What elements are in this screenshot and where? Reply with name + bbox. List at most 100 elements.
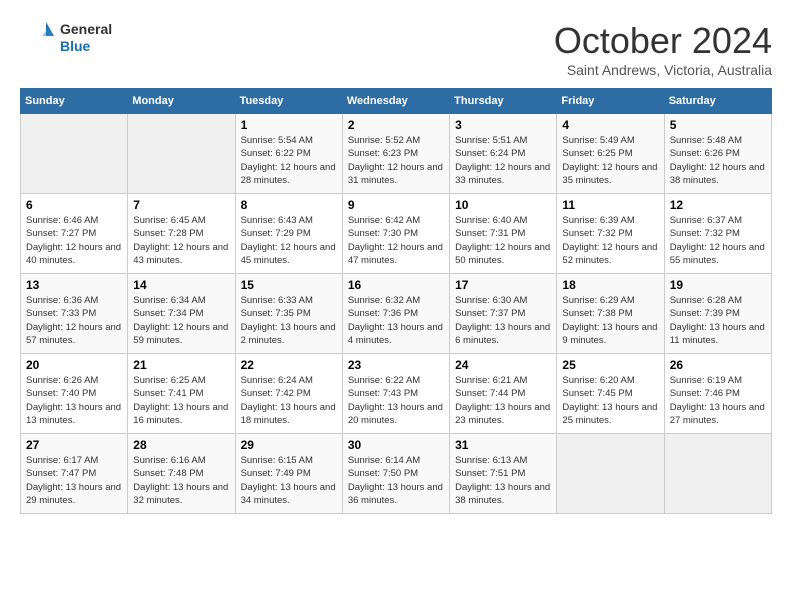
- calendar-cell: 21 Sunrise: 6:25 AM Sunset: 7:41 PM Dayli…: [128, 354, 235, 434]
- day-info: Sunrise: 6:25 AM Sunset: 7:41 PM Dayligh…: [133, 374, 229, 427]
- day-number: 26: [670, 358, 766, 372]
- day-number: 23: [348, 358, 444, 372]
- calendar-cell: 19Sunrise: 6:28 AM Sunset: 7:39 PM Dayli…: [664, 274, 771, 354]
- calendar-cell: 25 Sunrise: 6:20 AM Sunset: 7:45 PM Dayli…: [557, 354, 664, 434]
- calendar-cell: 27Sunrise: 6:17 AM Sunset: 7:47 PM Dayli…: [21, 434, 128, 514]
- day-info: Sunrise: 5:52 AM Sunset: 6:23 PM Dayligh…: [348, 134, 444, 187]
- calendar-cell: 16 Sunrise: 6:32 AM Sunset: 7:36 PM Dayli…: [342, 274, 449, 354]
- day-info: Sunrise: 6:36 AM Sunset: 7:33 PM Dayligh…: [26, 294, 122, 347]
- day-number: 25: [562, 358, 658, 372]
- day-number: 6: [26, 198, 122, 212]
- day-info: Sunrise: 6:46 AM Sunset: 7:27 PM Dayligh…: [26, 214, 122, 267]
- location-subtitle: Saint Andrews, Victoria, Australia: [554, 62, 772, 78]
- day-number: 4: [562, 118, 658, 132]
- day-number: 20: [26, 358, 122, 372]
- calendar-cell: 28 Sunrise: 6:16 AM Sunset: 7:48 PM Dayli…: [128, 434, 235, 514]
- day-number: 21: [133, 358, 229, 372]
- day-info: Sunrise: 6:24 AM Sunset: 7:42 PM Dayligh…: [241, 374, 337, 427]
- day-info: Sunrise: 6:34 AM Sunset: 7:34 PM Dayligh…: [133, 294, 229, 347]
- day-info: Sunrise: 6:28 AM Sunset: 7:39 PM Dayligh…: [670, 294, 766, 347]
- day-info: Sunrise: 5:54 AM Sunset: 6:22 PM Dayligh…: [241, 134, 337, 187]
- day-number: 12: [670, 198, 766, 212]
- day-info: Sunrise: 6:13 AM Sunset: 7:51 PM Dayligh…: [455, 454, 551, 507]
- day-number: 16: [348, 278, 444, 292]
- day-info: Sunrise: 6:37 AM Sunset: 7:32 PM Dayligh…: [670, 214, 766, 267]
- calendar-cell: 31 Sunrise: 6:13 AM Sunset: 7:51 PM Dayli…: [450, 434, 557, 514]
- day-number: 14: [133, 278, 229, 292]
- day-number: 17: [455, 278, 551, 292]
- logo-text: General Blue: [60, 21, 112, 55]
- day-info: Sunrise: 6:40 AM Sunset: 7:31 PM Dayligh…: [455, 214, 551, 267]
- logo-blue: Blue: [60, 38, 112, 55]
- calendar-cell: 1Sunrise: 5:54 AM Sunset: 6:22 PM Daylig…: [235, 114, 342, 194]
- day-number: 5: [670, 118, 766, 132]
- calendar-week-row: 6 Sunrise: 6:46 AM Sunset: 7:27 PM Daylig…: [21, 194, 772, 274]
- day-number: 22: [241, 358, 337, 372]
- calendar-week-row: 20 Sunrise: 6:26 AM Sunset: 7:40 PM Dayli…: [21, 354, 772, 434]
- day-info: Sunrise: 6:32 AM Sunset: 7:36 PM Dayligh…: [348, 294, 444, 347]
- day-info: Sunrise: 6:39 AM Sunset: 7:32 PM Dayligh…: [562, 214, 658, 267]
- calendar-cell: 22 Sunrise: 6:24 AM Sunset: 7:42 PM Dayli…: [235, 354, 342, 434]
- day-info: Sunrise: 6:45 AM Sunset: 7:28 PM Dayligh…: [133, 214, 229, 267]
- calendar-cell: 5 Sunrise: 5:48 AM Sunset: 6:26 PM Daylig…: [664, 114, 771, 194]
- calendar-cell: 23Sunrise: 6:22 AM Sunset: 7:43 PM Dayli…: [342, 354, 449, 434]
- page-header: General Blue October 2024 Saint Andrews,…: [20, 20, 772, 78]
- calendar-cell: 26 Sunrise: 6:19 AM Sunset: 7:46 PM Dayli…: [664, 354, 771, 434]
- calendar-cell: 15Sunrise: 6:33 AM Sunset: 7:35 PM Dayli…: [235, 274, 342, 354]
- col-wednesday: Wednesday: [342, 89, 449, 114]
- day-number: 13: [26, 278, 122, 292]
- calendar-table: Sunday Monday Tuesday Wednesday Thursday…: [20, 88, 772, 514]
- logo-general: General: [60, 21, 112, 38]
- day-info: Sunrise: 6:26 AM Sunset: 7:40 PM Dayligh…: [26, 374, 122, 427]
- calendar-cell: 20 Sunrise: 6:26 AM Sunset: 7:40 PM Dayli…: [21, 354, 128, 434]
- col-saturday: Saturday: [664, 89, 771, 114]
- calendar-cell: 13 Sunrise: 6:36 AM Sunset: 7:33 PM Dayli…: [21, 274, 128, 354]
- day-number: 29: [241, 438, 337, 452]
- day-info: Sunrise: 6:43 AM Sunset: 7:29 PM Dayligh…: [241, 214, 337, 267]
- day-info: Sunrise: 5:51 AM Sunset: 6:24 PM Dayligh…: [455, 134, 551, 187]
- day-info: Sunrise: 6:15 AM Sunset: 7:49 PM Dayligh…: [241, 454, 337, 507]
- calendar-week-row: 27Sunrise: 6:17 AM Sunset: 7:47 PM Dayli…: [21, 434, 772, 514]
- calendar-cell: 12 Sunrise: 6:37 AM Sunset: 7:32 PM Dayli…: [664, 194, 771, 274]
- calendar-cell: 8Sunrise: 6:43 AM Sunset: 7:29 PM Daylig…: [235, 194, 342, 274]
- month-title: October 2024: [554, 20, 772, 62]
- calendar-cell: 2 Sunrise: 5:52 AM Sunset: 6:23 PM Daylig…: [342, 114, 449, 194]
- calendar-cell: 9Sunrise: 6:42 AM Sunset: 7:30 PM Daylig…: [342, 194, 449, 274]
- calendar-cell: 14 Sunrise: 6:34 AM Sunset: 7:34 PM Dayli…: [128, 274, 235, 354]
- day-number: 24: [455, 358, 551, 372]
- day-number: 30: [348, 438, 444, 452]
- col-friday: Friday: [557, 89, 664, 114]
- day-number: 3: [455, 118, 551, 132]
- day-number: 10: [455, 198, 551, 212]
- calendar-week-row: 13 Sunrise: 6:36 AM Sunset: 7:33 PM Dayli…: [21, 274, 772, 354]
- calendar-cell: 11Sunrise: 6:39 AM Sunset: 7:32 PM Dayli…: [557, 194, 664, 274]
- calendar-cell: [557, 434, 664, 514]
- calendar-cell: 4 Sunrise: 5:49 AM Sunset: 6:25 PM Daylig…: [557, 114, 664, 194]
- calendar-week-row: 1Sunrise: 5:54 AM Sunset: 6:22 PM Daylig…: [21, 114, 772, 194]
- day-info: Sunrise: 6:17 AM Sunset: 7:47 PM Dayligh…: [26, 454, 122, 507]
- day-info: Sunrise: 6:42 AM Sunset: 7:30 PM Dayligh…: [348, 214, 444, 267]
- calendar-cell: 29 Sunrise: 6:15 AM Sunset: 7:49 PM Dayli…: [235, 434, 342, 514]
- logo: General Blue: [20, 20, 112, 56]
- calendar-cell: [664, 434, 771, 514]
- calendar-cell: 7 Sunrise: 6:45 AM Sunset: 7:28 PM Daylig…: [128, 194, 235, 274]
- day-info: Sunrise: 6:16 AM Sunset: 7:48 PM Dayligh…: [133, 454, 229, 507]
- day-number: 28: [133, 438, 229, 452]
- day-info: Sunrise: 6:20 AM Sunset: 7:45 PM Dayligh…: [562, 374, 658, 427]
- col-thursday: Thursday: [450, 89, 557, 114]
- day-number: 2: [348, 118, 444, 132]
- day-number: 31: [455, 438, 551, 452]
- day-info: Sunrise: 6:19 AM Sunset: 7:46 PM Dayligh…: [670, 374, 766, 427]
- title-block: October 2024 Saint Andrews, Victoria, Au…: [554, 20, 772, 78]
- calendar-cell: [128, 114, 235, 194]
- day-info: Sunrise: 6:14 AM Sunset: 7:50 PM Dayligh…: [348, 454, 444, 507]
- calendar-header-row: Sunday Monday Tuesday Wednesday Thursday…: [21, 89, 772, 114]
- col-monday: Monday: [128, 89, 235, 114]
- logo-graphic: [20, 20, 56, 56]
- day-number: 18: [562, 278, 658, 292]
- col-sunday: Sunday: [21, 89, 128, 114]
- day-number: 7: [133, 198, 229, 212]
- day-info: Sunrise: 5:48 AM Sunset: 6:26 PM Dayligh…: [670, 134, 766, 187]
- day-info: Sunrise: 6:33 AM Sunset: 7:35 PM Dayligh…: [241, 294, 337, 347]
- day-info: Sunrise: 5:49 AM Sunset: 6:25 PM Dayligh…: [562, 134, 658, 187]
